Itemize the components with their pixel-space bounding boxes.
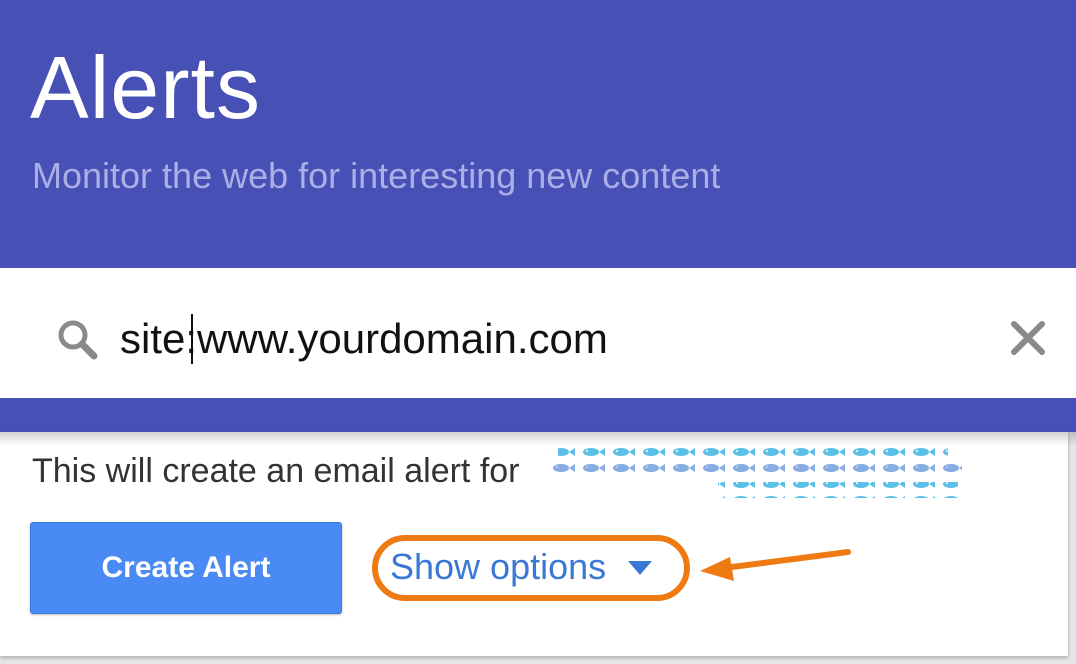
annotation-highlight-ring — [372, 535, 690, 601]
alert-info-text: This will create an email alert for — [32, 452, 520, 490]
text-cursor — [191, 314, 193, 364]
close-icon[interactable] — [1008, 318, 1048, 358]
redacted-email — [552, 446, 962, 498]
search-icon — [58, 320, 98, 360]
annotation-arrow-icon — [700, 549, 851, 581]
page-title: Alerts — [30, 38, 261, 137]
search-input[interactable] — [120, 306, 980, 372]
page-subtitle: Monitor the web for interesting new cont… — [32, 155, 721, 196]
create-alert-button[interactable]: Create Alert — [30, 522, 342, 614]
